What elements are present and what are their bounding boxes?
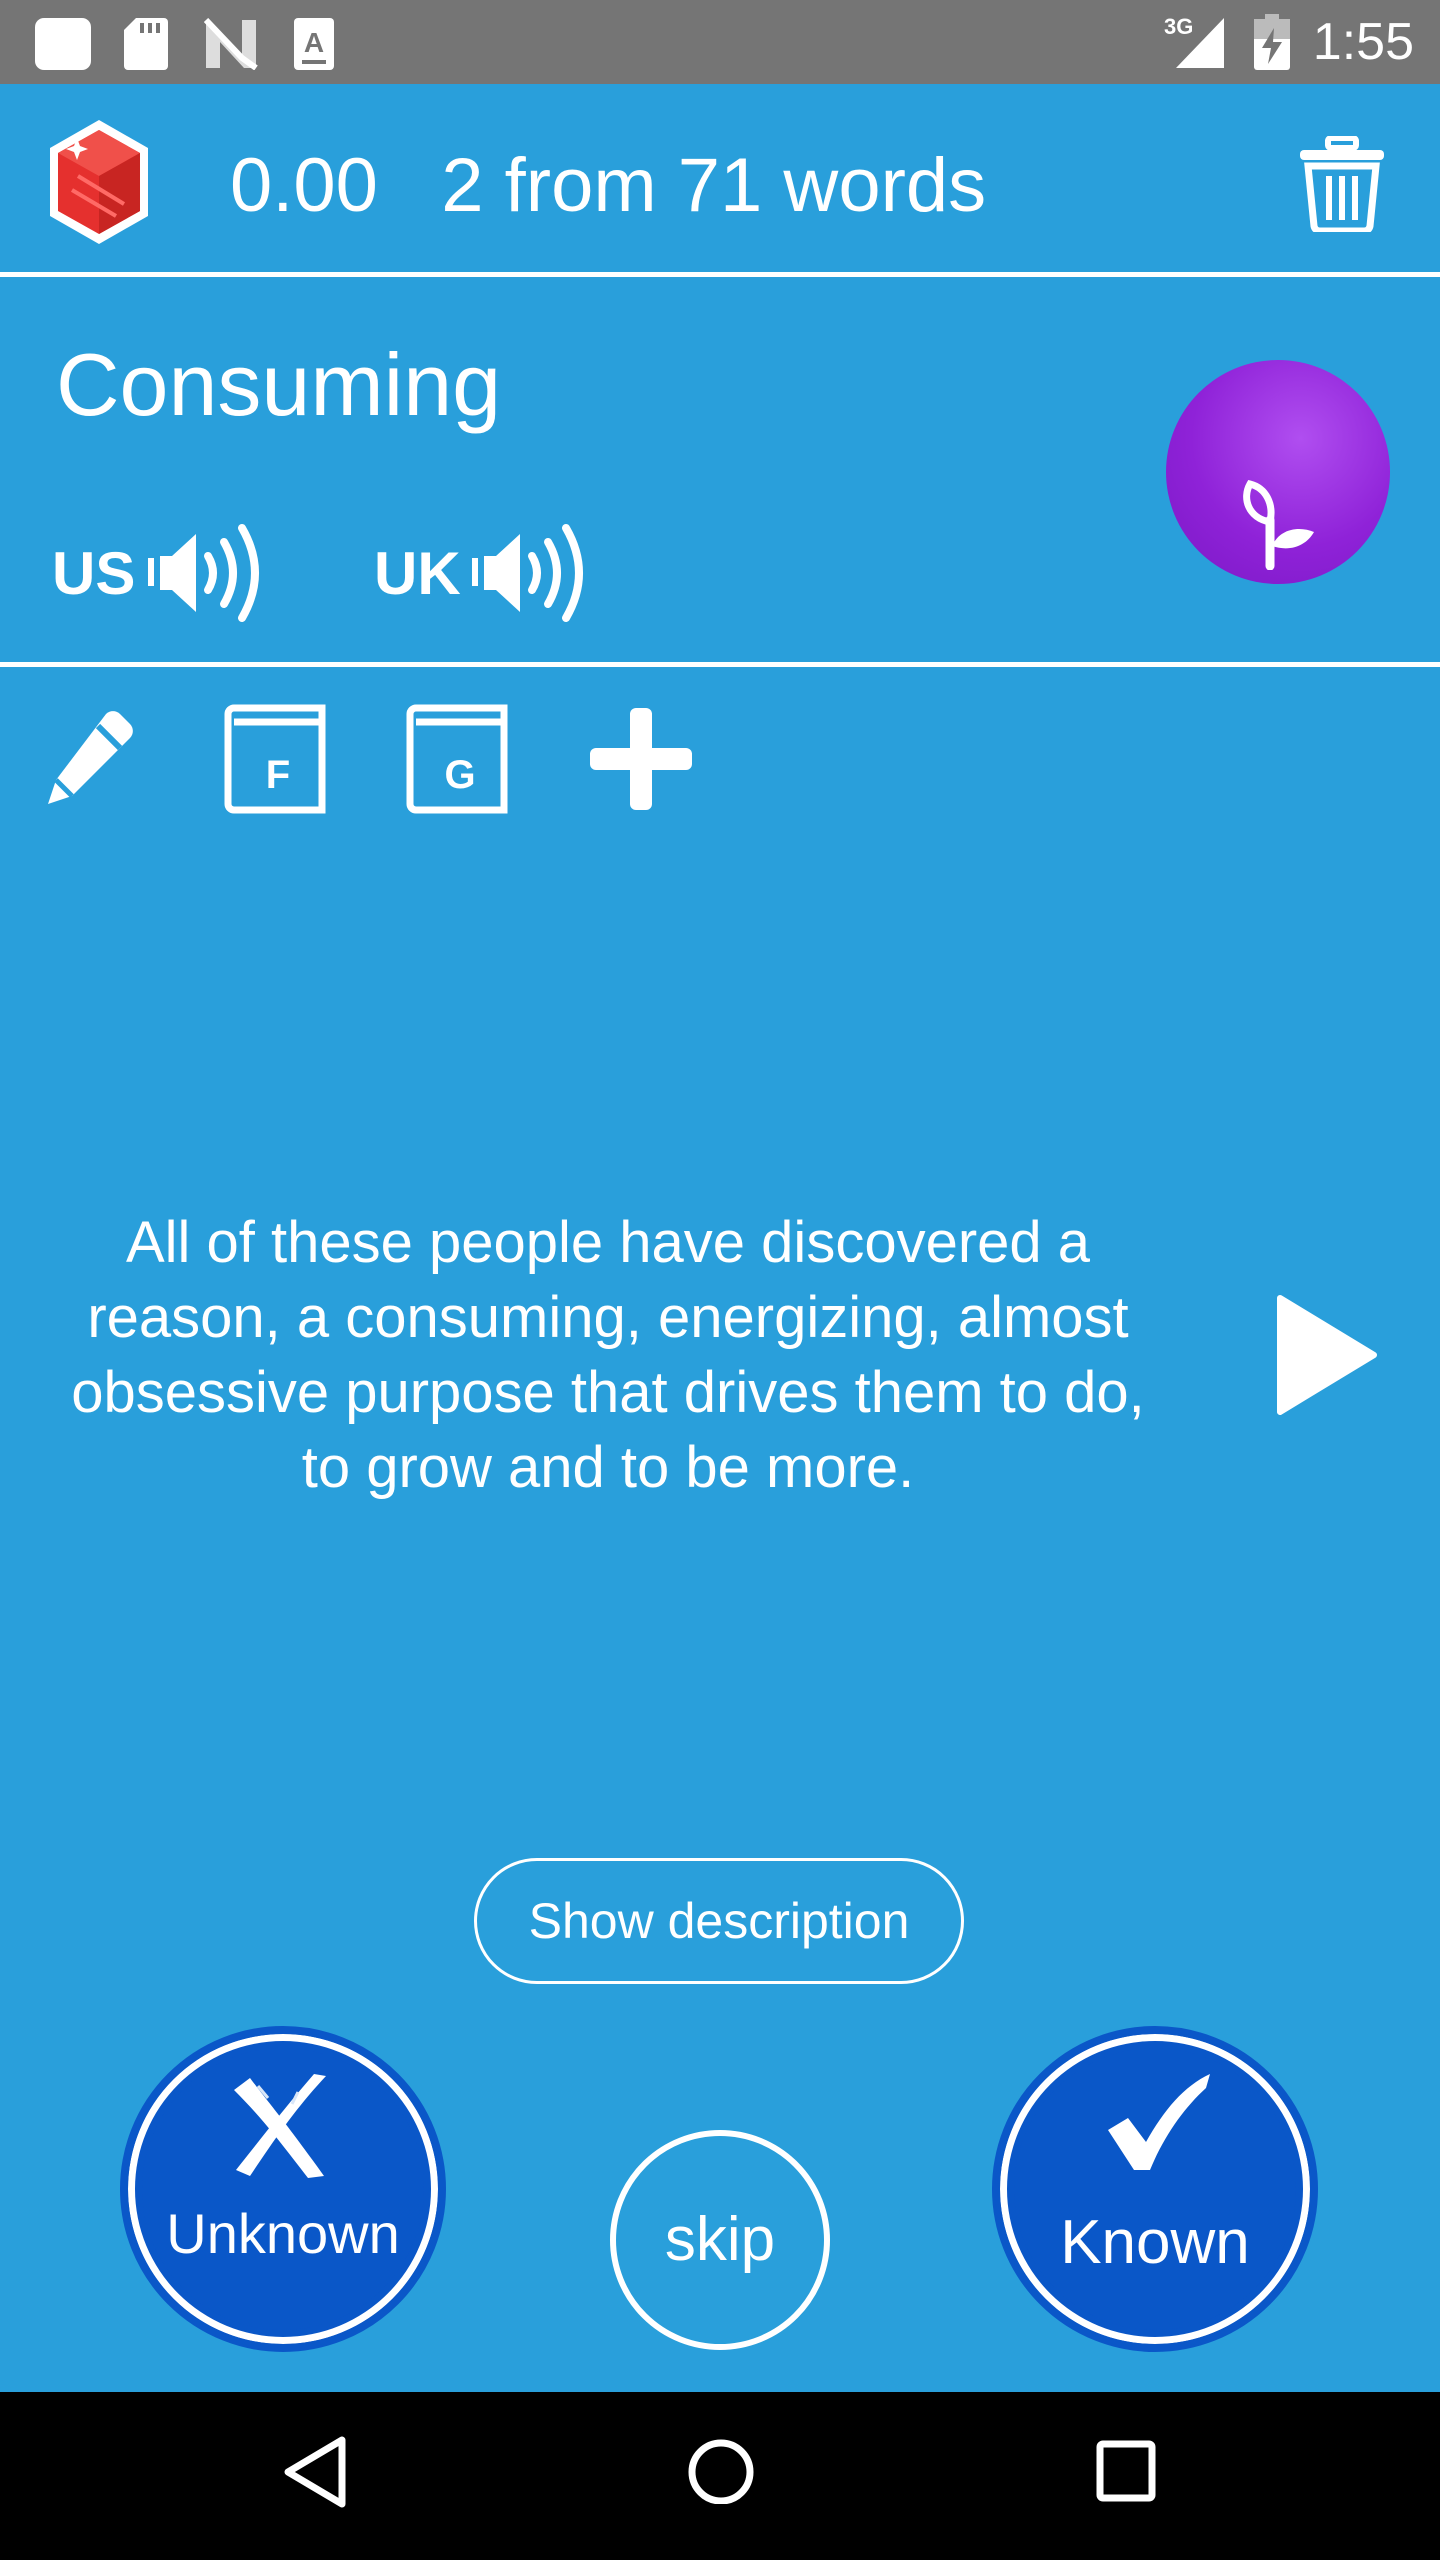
a-font-icon: A [294, 18, 334, 75]
header-progress: 0.00 2 from 71 words [230, 136, 986, 236]
unknown-label: Unknown [166, 2202, 400, 2265]
book-f-icon[interactable]: F [222, 704, 332, 814]
recents-icon[interactable] [1094, 2434, 1158, 2509]
svg-text:3G: 3G [1164, 14, 1193, 39]
known-button[interactable]: Known [992, 2026, 1318, 2352]
pronunciation-label: UK [374, 540, 461, 607]
known-label: Known [1060, 2208, 1250, 2277]
score-value: 0.00 [230, 143, 378, 228]
plus-icon[interactable] [586, 704, 696, 814]
play-icon[interactable] [1270, 1290, 1380, 1420]
x-mark-icon [228, 2072, 338, 2187]
check-mark-icon [1104, 2074, 1214, 2179]
book-g-icon[interactable]: G [404, 704, 514, 814]
skip-button[interactable]: skip [610, 2130, 830, 2350]
unknown-button[interactable]: Unknown [120, 2026, 446, 2352]
trash-icon[interactable] [1298, 135, 1386, 237]
home-icon[interactable] [686, 2434, 756, 2509]
sd-card-icon [124, 18, 168, 75]
speaker-icon [472, 520, 592, 631]
system-nav-bar [0, 2392, 1440, 2560]
speaker-icon [148, 520, 268, 631]
status-time: 1:55 [1312, 13, 1414, 71]
ruby-gem-icon[interactable] [44, 116, 154, 253]
pencil-icon[interactable] [34, 704, 144, 814]
svg-text:A: A [304, 27, 324, 58]
show-description-button[interactable]: Show description [474, 1858, 964, 1984]
back-icon[interactable] [282, 2434, 348, 2515]
n-logo-icon [203, 17, 258, 75]
pronunciation-uk-button[interactable]: UK [374, 518, 594, 628]
pronunciation-label: US [52, 540, 136, 607]
words-progress: 2 from 71 words [441, 143, 987, 228]
cell-signal-icon: 3G [1162, 14, 1226, 75]
example-sentence: All of these people have discovered a re… [71, 1210, 1145, 1500]
status-bar: A 3G 1:55 [0, 0, 1440, 84]
app-square-icon [34, 18, 92, 75]
sprout-icon [1228, 470, 1328, 575]
learning-stage-badge[interactable] [1166, 360, 1390, 584]
svg-text:F: F [266, 753, 290, 797]
battery-charging-icon [1254, 14, 1290, 75]
header-divider [0, 272, 1440, 277]
pronunciation-us-button[interactable]: US [52, 518, 272, 628]
word-divider [0, 662, 1440, 667]
svg-text:G: G [444, 753, 475, 797]
word-title: Consuming [56, 335, 502, 434]
skip-label: skip [664, 2205, 776, 2274]
